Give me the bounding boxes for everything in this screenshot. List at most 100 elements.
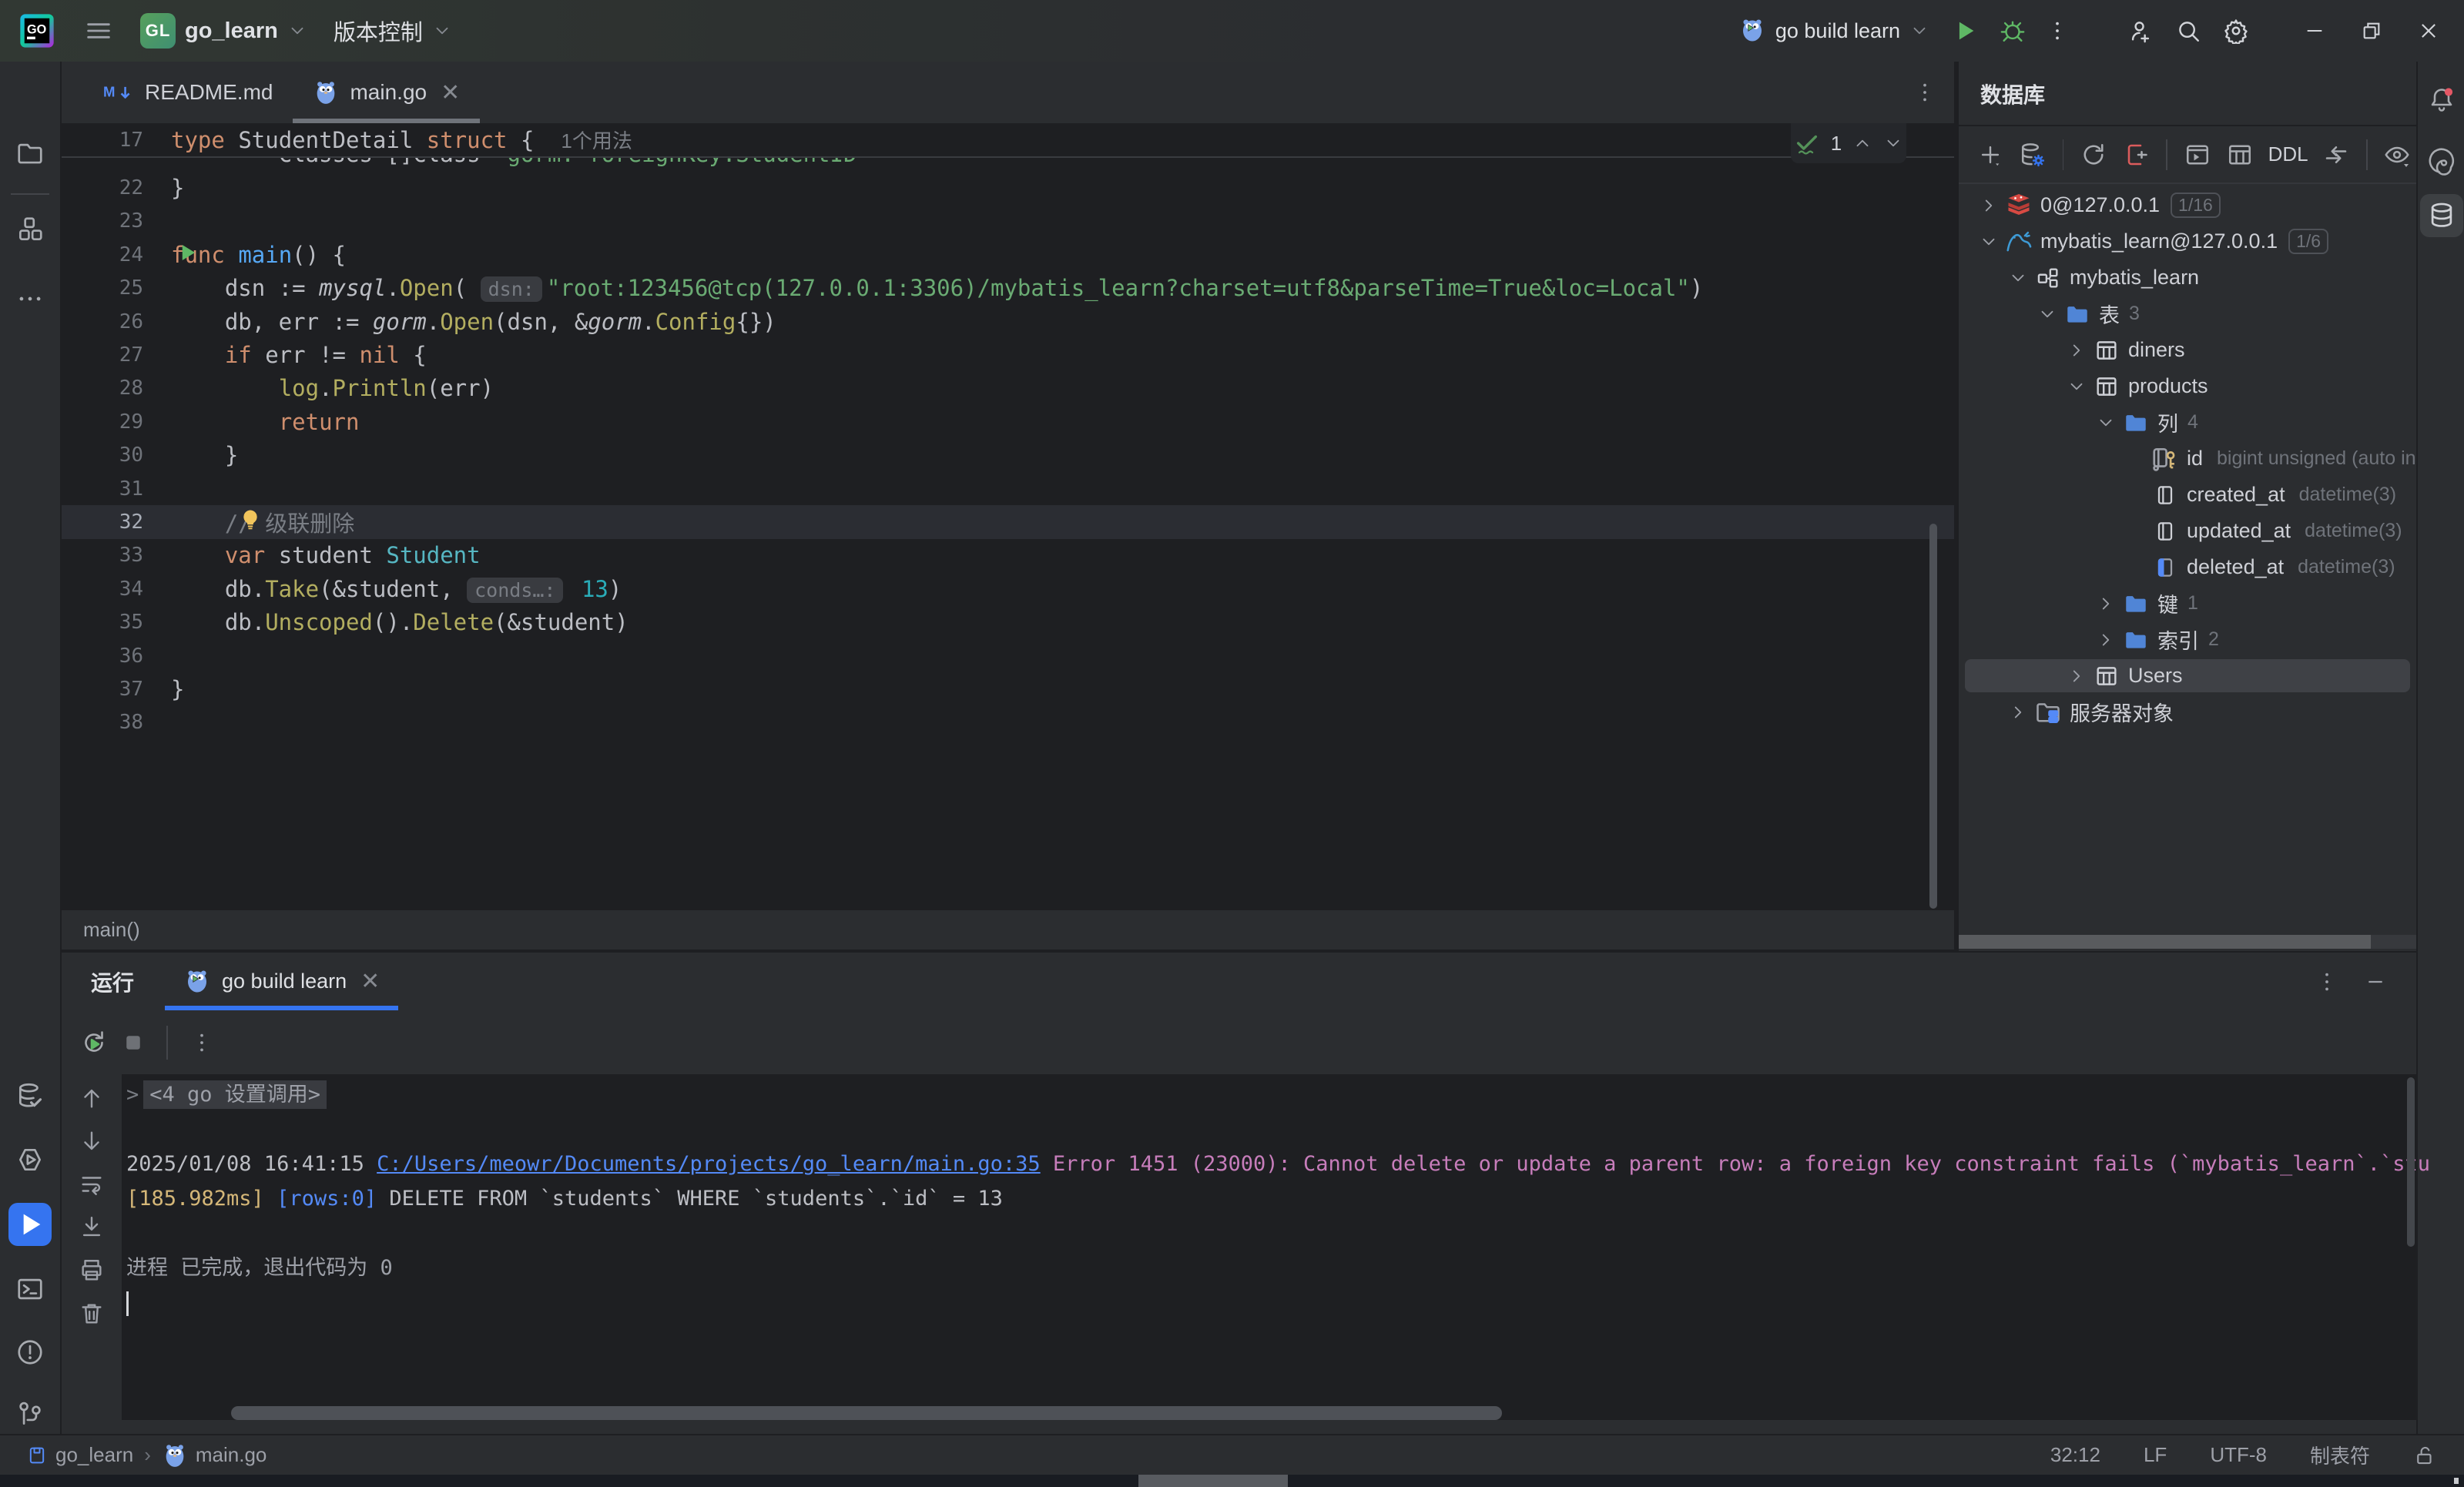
tree-item-mybatis_learn[interactable]: mybatis_learn <box>1959 260 2416 296</box>
data-source-properties-icon[interactable] <box>2013 135 2051 175</box>
fold-marker[interactable]: > <box>126 1083 143 1107</box>
tree-item-索引[interactable]: 索引2 <box>1959 621 2416 658</box>
tree-item-服务器对象[interactable]: 服务器对象 <box>1959 694 2416 730</box>
toolwindow-problems-icon[interactable] <box>8 1331 52 1374</box>
more-actions-kebab-icon[interactable] <box>2040 9 2074 52</box>
chevron-right-icon[interactable] <box>2062 666 2091 686</box>
window-close-button[interactable] <box>2404 9 2453 52</box>
folded-region[interactable]: <4 go 设置调用> <box>143 1080 327 1109</box>
code-editor[interactable]: 17type StudentDetail struct { 1个用法 Class… <box>62 123 1954 909</box>
console-output[interactable]: ><4 go 设置调用> 2025/01/08 16:41:15 C:/User… <box>126 1077 2401 1320</box>
run-console[interactable]: ><4 go 设置调用> 2025/01/08 16:41:15 C:/User… <box>62 1074 2416 1420</box>
lock-open-icon[interactable] <box>2413 1444 2436 1467</box>
run-options-kebab-icon[interactable] <box>189 1030 214 1055</box>
jump-to-top-icon[interactable] <box>79 1085 105 1111</box>
chevron-right-icon[interactable] <box>2091 630 2120 650</box>
console-horizontal-scrollbar[interactable] <box>231 1406 1502 1420</box>
chevron-down-icon[interactable] <box>2003 268 2033 288</box>
debug-button[interactable] <box>1993 9 2033 52</box>
statusbar-breadcrumb[interactable]: go_learn›main.go <box>0 1442 267 1469</box>
tree-item-products[interactable]: products <box>1959 368 2416 404</box>
bell-icon[interactable] <box>2420 79 2463 122</box>
ddl-icon[interactable]: DDL <box>2264 135 2313 175</box>
scroll-to-end-icon[interactable] <box>79 1214 105 1241</box>
chevron-down-icon[interactable] <box>2062 377 2091 397</box>
intention-bulb-icon[interactable] <box>239 508 262 531</box>
toolwindow-more-icon[interactable] <box>8 277 52 320</box>
toolwindow-terminal-icon[interactable] <box>8 1268 52 1311</box>
settings-gear-icon[interactable] <box>2216 9 2256 52</box>
toolwindow-structure-icon[interactable] <box>8 208 52 251</box>
view-options-icon[interactable] <box>2379 135 2416 175</box>
query-console-icon[interactable] <box>2178 135 2216 175</box>
vcs-menu[interactable]: 版本控制 <box>334 15 452 47</box>
tree-item-0@127.0.0.1[interactable]: 0@127.0.0.11/16 <box>1959 187 2416 223</box>
run-tab-go-build-learn[interactable]: go build learn ✕ <box>165 953 398 1010</box>
tree-item-列[interactable]: 列4 <box>1959 404 2416 440</box>
statusbar-widget-LF[interactable]: LF <box>2144 1443 2167 1467</box>
tree-item-diners[interactable]: diners <box>1959 332 2416 368</box>
ai-icon[interactable] <box>2420 140 2463 183</box>
statusbar-breadcrumb-item[interactable]: main.go <box>162 1442 267 1469</box>
statusbar-breadcrumb-item[interactable]: go_learn <box>26 1443 133 1467</box>
add-icon[interactable] <box>1971 135 2009 175</box>
toolwindow-services-icon[interactable] <box>8 1138 52 1181</box>
file-link[interactable]: C:/Users/meowr/Documents/projects/go_lea… <box>377 1152 1041 1176</box>
tree-item-mybatis_learn@127.0.0.1[interactable]: mybatis_learn@127.0.0.11/6 <box>1959 223 2416 260</box>
run-panel-kebab-icon[interactable] <box>2315 970 2339 994</box>
rerun-icon[interactable] <box>80 1029 108 1057</box>
tree-item-表[interactable]: 表3 <box>1959 296 2416 332</box>
console-vertical-scrollbar[interactable] <box>2407 1077 2415 1247</box>
run-button[interactable] <box>1945 9 1985 52</box>
run-line-marker-icon[interactable] <box>176 241 199 264</box>
statusbar-widget-制表符[interactable]: 制表符 <box>2310 1441 2370 1469</box>
breadcrumb-function[interactable]: main() <box>83 918 140 942</box>
window-restore-button[interactable] <box>2347 9 2396 52</box>
run-panel-minimize-icon[interactable] <box>2365 972 2385 992</box>
jump-to-bottom-icon[interactable] <box>79 1128 105 1154</box>
prev-problem-chevron-icon[interactable] <box>1852 133 1872 153</box>
toolwindow-db-check-icon[interactable] <box>8 1074 52 1117</box>
soft-wrap-icon[interactable] <box>79 1171 105 1197</box>
editor-tab-README.md[interactable]: MREADME.md <box>83 62 293 123</box>
table-view-icon[interactable] <box>2221 135 2258 175</box>
tabbar-kebab-icon[interactable] <box>1913 80 1937 105</box>
refresh-icon[interactable] <box>2074 135 2112 175</box>
chevron-down-icon[interactable] <box>2033 304 2062 324</box>
database-icon[interactable] <box>2420 194 2463 237</box>
editor-vertical-scrollbar[interactable] <box>1929 524 1937 909</box>
tree-item-Users[interactable]: Users <box>1959 658 2416 694</box>
tree-item-created_at[interactable]: created_atdatetime(3) <box>1959 477 2416 513</box>
search-everywhere-icon[interactable] <box>2168 9 2208 52</box>
tab-close-icon[interactable]: ✕ <box>437 79 460 106</box>
toolwindow-project-folder-icon[interactable] <box>8 132 52 176</box>
tree-item-updated_at[interactable]: updated_atdatetime(3) <box>1959 513 2416 549</box>
clear-console-icon[interactable] <box>79 1301 105 1327</box>
add-user-icon[interactable] <box>2120 9 2161 52</box>
print-icon[interactable] <box>79 1258 105 1284</box>
run-tab-close-icon[interactable]: ✕ <box>357 968 380 995</box>
hamburger-menu-icon[interactable] <box>83 15 114 46</box>
editor-breadcrumb-bar[interactable]: main() <box>62 909 1954 949</box>
toolwindow-run-active-icon[interactable] <box>8 1203 52 1246</box>
database-tree[interactable]: 0@127.0.0.11/16mybatis_learn@127.0.0.11/… <box>1959 187 2416 951</box>
tree-item-id[interactable]: idbigint unsigned (auto in <box>1959 440 2416 477</box>
statusbar-widget-32:12[interactable]: 32:12 <box>2050 1443 2100 1467</box>
database-horizontal-scrollbar[interactable] <box>1959 935 2416 949</box>
toolwindow-git-icon[interactable] <box>8 1392 52 1435</box>
chevron-down-icon[interactable] <box>1974 232 2003 252</box>
statusbar-widget-UTF-8[interactable]: UTF-8 <box>2210 1443 2267 1467</box>
chevron-right-icon[interactable] <box>1974 196 2003 216</box>
chevron-right-icon[interactable] <box>2091 594 2120 614</box>
chevron-right-icon[interactable] <box>2062 340 2091 360</box>
chevron-right-icon[interactable] <box>2003 702 2033 722</box>
tree-item-deleted_at[interactable]: deleted_atdatetime(3) <box>1959 549 2416 585</box>
project-widget[interactable]: GL go_learn <box>140 13 307 49</box>
next-problem-chevron-icon[interactable] <box>1883 133 1903 153</box>
jump-to-icon[interactable] <box>2318 135 2355 175</box>
window-minimize-button[interactable] <box>2290 9 2339 52</box>
disconnect-icon[interactable] <box>2117 135 2155 175</box>
editor-tab-main.go[interactable]: main.go✕ <box>293 62 480 123</box>
run-config-selector[interactable]: go build learn <box>1731 11 1937 51</box>
inspection-widget[interactable]: 1 <box>1791 123 1906 163</box>
